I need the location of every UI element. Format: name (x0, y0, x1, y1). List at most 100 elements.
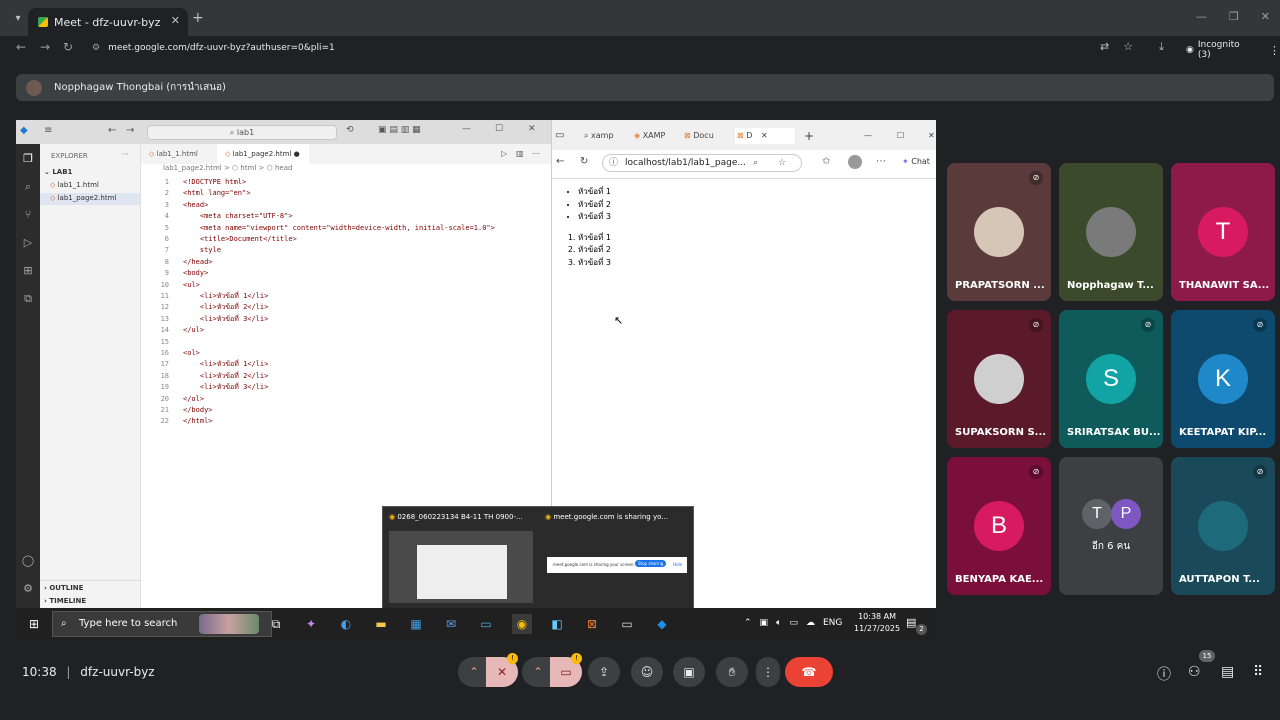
outline-section[interactable]: › OUTLINE (44, 584, 83, 592)
stop-sharing-button[interactable]: Stop sharing (635, 560, 667, 567)
vscode-maximize-icon[interactable]: ☐ (495, 124, 503, 134)
network-icon[interactable]: ▭ (789, 618, 798, 628)
vscode-minimize-icon[interactable]: — (462, 124, 471, 134)
folder-lab1[interactable]: ⌄ LAB1 (44, 168, 72, 176)
emoji-button[interactable]: ☺ (631, 657, 663, 687)
timeline-section[interactable]: › TIMELINE (44, 597, 86, 605)
edge-back-icon[interactable]: ← (556, 156, 564, 167)
remote-desktop-icon[interactable]: ▭ (476, 614, 496, 634)
edge-info-icon[interactable]: ⓘ (609, 155, 618, 171)
back-icon[interactable]: ← (16, 40, 26, 54)
minimize-icon[interactable]: — (1196, 10, 1207, 23)
editor-tab-lab1-1[interactable]: ◇ lab1_1.html (141, 144, 206, 164)
more-actions-icon[interactable]: ⋯ (532, 149, 540, 158)
restore-icon[interactable]: ❐ (1229, 10, 1239, 23)
edge-reload-icon[interactable]: ↻ (580, 156, 588, 167)
bookmark-star-icon[interactable]: ☆ (1123, 40, 1133, 54)
copilot-chat-button[interactable]: ✦ Chat (902, 157, 930, 166)
copilot-icon[interactable]: ✦ (301, 614, 321, 634)
incognito-badge[interactable]: ◉ Incognito (3) ⋮ (1186, 40, 1280, 60)
people-icon[interactable]: ⚇ (1188, 664, 1201, 680)
editor-tab-lab1-page2[interactable]: ◇ lab1_page2.html ● (217, 144, 309, 164)
source-control-icon[interactable]: ⑂ (20, 208, 36, 224)
extensions-icon[interactable]: ⊞ (20, 264, 36, 280)
activities-icon[interactable]: ⠿ (1253, 664, 1263, 680)
captions-button[interactable]: ▣ (673, 657, 705, 687)
file-explorer-icon[interactable]: ▬ (371, 614, 391, 634)
meeting-details-icon[interactable]: ⓘ (1157, 664, 1171, 684)
vscode-taskbar-icon[interactable]: ◆ (652, 614, 672, 634)
favorites-icon[interactable]: ✩ (822, 156, 830, 167)
windows-start-icon[interactable]: ⊞ (24, 614, 44, 634)
layout-icon[interactable]: ▣ ▤ ▥ ▦ (378, 125, 421, 135)
chrome-tab[interactable]: Meet - dfz-uuvr-byz ✕ (28, 8, 188, 36)
volume-icon[interactable]: 🔈︎ (776, 618, 781, 628)
edge-minimize-icon[interactable]: — (864, 128, 872, 144)
chrome-taskbar-icon[interactable]: ◉ (512, 614, 532, 634)
run-debug-icon[interactable]: ▷ (20, 236, 36, 252)
more-options-button[interactable]: ⋮ (756, 657, 780, 687)
hide-button[interactable]: Hide (673, 562, 682, 567)
participant-tile[interactable]: K KEETAPAT KIP... ⊘ (1171, 310, 1275, 448)
close-tab-icon[interactable]: ✕ (171, 14, 180, 27)
notification-icon[interactable]: ▤ (906, 616, 916, 629)
search-icon[interactable]: ⌕ (20, 180, 36, 196)
vscode-close-icon[interactable]: ✕ (528, 124, 536, 134)
settings-gear-icon[interactable]: ⚙ (20, 582, 36, 598)
participant-tile[interactable]: T THANAWIT SA... (1171, 163, 1275, 301)
present-screen-button[interactable]: ⇪ (588, 657, 620, 687)
edge-tab-3[interactable]: ⊠ Docu (684, 128, 714, 144)
zoom-icon[interactable]: ⌕ (753, 155, 758, 171)
split-editor-icon[interactable]: ▥ (516, 149, 524, 158)
translate-icon[interactable]: ⇄ (1100, 40, 1109, 54)
edge-tab-2[interactable]: ◈ XAMP (634, 128, 665, 144)
participant-tile[interactable]: Nopphagaw T... (1059, 163, 1163, 301)
participant-tile[interactable]: PRAPATSORN ... ⊘ (947, 163, 1051, 301)
breadcrumb[interactable]: lab1_page2.html > ⬡ html > ⬡ head (141, 164, 551, 175)
tab-list-chevron-icon[interactable]: ▾ (8, 8, 28, 28)
forward-icon[interactable]: → (40, 40, 50, 54)
explorer-icon[interactable]: ❐ (20, 152, 36, 168)
overflow-participants-tile[interactable]: T P อีก 6 คน (1059, 457, 1163, 595)
edge-new-tab-icon[interactable]: + (804, 128, 814, 144)
chrome-menu-icon[interactable]: ⋮ (1269, 44, 1280, 57)
edge-taskbar-icon[interactable]: ◐ (336, 614, 356, 634)
reload-icon[interactable]: ↻ (63, 40, 73, 54)
remote-icon[interactable]: ⧉ (20, 292, 36, 308)
participant-tile[interactable]: SUPAKSORN S... ⊘ (947, 310, 1051, 448)
site-info-icon[interactable]: ⚙ (92, 43, 100, 53)
taskbar-thumbnail-preview[interactable]: ◉ 0268_060223134 B4-11 TH 0900-... ◉ mee… (382, 506, 694, 610)
download-icon[interactable]: ⤓ (1159, 40, 1164, 54)
edge-maximize-icon[interactable]: ☐ (897, 128, 904, 144)
taskbar-search[interactable]: ⌕ Type here to search (52, 611, 272, 637)
edge-menu-icon[interactable]: ⋯ (876, 156, 886, 167)
tab-actions-icon[interactable]: ▭ (555, 128, 564, 144)
onedrive-icon[interactable]: ☁︎ (806, 618, 815, 628)
run-icon[interactable]: ▷ (501, 149, 507, 158)
participant-tile[interactable]: S SRIRATSAK BU... ⊘ (1059, 310, 1163, 448)
explorer-more-icon[interactable]: ⋯ (122, 150, 129, 158)
edge-favorite-icon[interactable]: ☆ (778, 155, 786, 171)
thumb-left-image[interactable] (389, 531, 533, 603)
edge-close-icon[interactable]: ✕ (928, 128, 935, 144)
nav-forward-icon[interactable]: → (126, 125, 134, 136)
file-lab1-1[interactable]: ◇ lab1_1.html (50, 181, 99, 189)
edge-address-bar[interactable]: ⓘ localhost/lab1/lab1_page... ⌕ ☆ (602, 154, 802, 172)
terminal-taskbar-icon[interactable]: ▭ (617, 614, 637, 634)
language-indicator[interactable]: ENG (823, 618, 842, 628)
copilot-icon[interactable]: ⟲ (346, 125, 354, 135)
new-tab-icon[interactable]: + (192, 10, 204, 26)
outlook-icon[interactable]: ✉ (441, 614, 461, 634)
participant-tile[interactable]: B BENYAPA KAE... ⊘ (947, 457, 1051, 595)
edge-tab-4-active[interactable]: ⊠ D ✕ (735, 128, 795, 144)
tray-chevron-icon[interactable]: ⌃ (744, 618, 752, 628)
leave-call-button[interactable]: ☎︎ (785, 657, 833, 687)
menu-icon[interactable]: ≡ (44, 125, 52, 136)
participant-tile[interactable]: AUTTAPON T... ⊘ (1171, 457, 1275, 595)
task-view-icon[interactable]: ⧉ (266, 614, 286, 634)
nav-back-icon[interactable]: ← (108, 125, 116, 136)
file-lab1-page2[interactable]: ◇ lab1_page2.html (50, 194, 116, 202)
edge-profile-avatar[interactable] (848, 155, 862, 169)
store-icon[interactable]: ▦ (406, 614, 426, 634)
raise-hand-button[interactable]: ✋︎ (716, 657, 748, 687)
